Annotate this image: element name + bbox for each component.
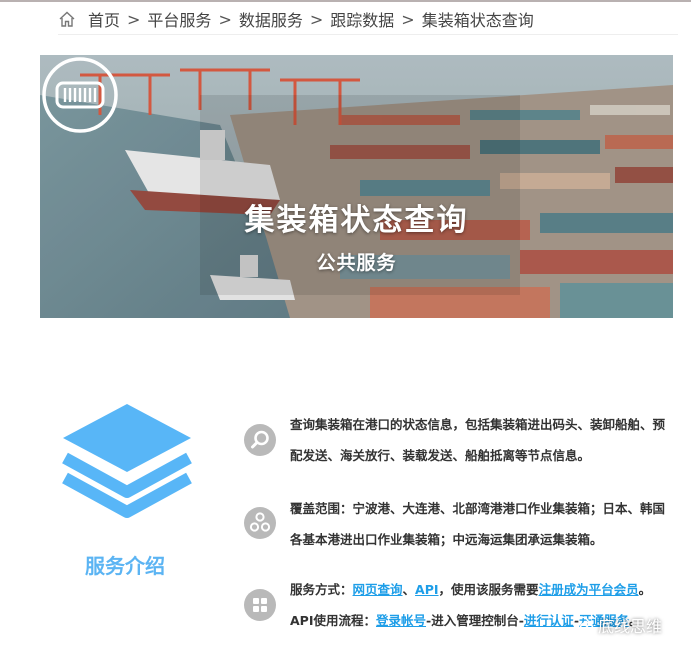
breadcrumb-platform-services[interactable]: 平台服务	[147, 7, 211, 31]
breadcrumb-separator: >	[218, 9, 232, 29]
breadcrumb-home[interactable]: 首页	[88, 7, 120, 31]
info-paragraph-query: 查询集装箱在港口的状态信息，包括集装箱进出码头、装卸船舶、预配发送、海关放行、装…	[290, 417, 666, 463]
breadcrumb-current: 集装箱状态查询	[421, 11, 534, 30]
verify-link[interactable]: 进行认证	[524, 613, 574, 628]
separator-text: 、	[402, 582, 416, 597]
layers-icon	[62, 404, 192, 518]
home-icon[interactable]	[58, 10, 76, 28]
breadcrumb-data-services[interactable]: 数据服务	[239, 7, 303, 31]
wechat-icon	[572, 616, 594, 634]
hero-banner: 集装箱状态查询 公共服务	[40, 55, 673, 318]
breadcrumb-tracking-data[interactable]: 跟踪数据	[330, 7, 394, 31]
port-photo-background	[40, 55, 673, 318]
search-icon	[244, 424, 276, 456]
banner-title: 集装箱状态查询	[244, 203, 469, 238]
info-paragraph-coverage: 覆盖范围：宁波港、大连港、北部湾港港口作业集装箱；日本、韩国各基本港进出口作业集…	[290, 501, 666, 547]
register-member-link[interactable]: 注册成为平台会员	[539, 582, 639, 597]
flow-step-text: -进入管理控制台-	[426, 613, 524, 628]
service-intro-title: 服务介绍	[85, 554, 165, 578]
breadcrumb-divider	[58, 34, 678, 35]
top-border	[0, 0, 691, 2]
api-link[interactable]: API	[415, 582, 439, 597]
container-emblem-icon	[42, 57, 118, 133]
period-text: 。	[638, 582, 652, 597]
breadcrumb: 首页 > 平台服务 > 数据服务 > 跟踪数据 > 集装箱状态查询	[58, 6, 534, 32]
watermark: 底线思维	[572, 612, 662, 638]
usage-note-text: ，使用该服务需要	[438, 582, 539, 597]
breadcrumb-separator: >	[401, 9, 415, 29]
web-query-link[interactable]: 网页查询	[353, 582, 403, 597]
api-flow-label: API使用流程：	[290, 613, 376, 628]
banner-subtitle: 公共服务	[316, 252, 397, 274]
grid-icon	[244, 589, 276, 621]
breadcrumb-separator: >	[127, 9, 141, 29]
breadcrumb-separator: >	[309, 9, 324, 29]
login-account-link[interactable]: 登录帐号	[376, 613, 426, 628]
service-mode-label: 服务方式：	[290, 582, 353, 597]
network-icon	[244, 507, 276, 539]
watermark-text: 底线思维	[598, 617, 663, 636]
